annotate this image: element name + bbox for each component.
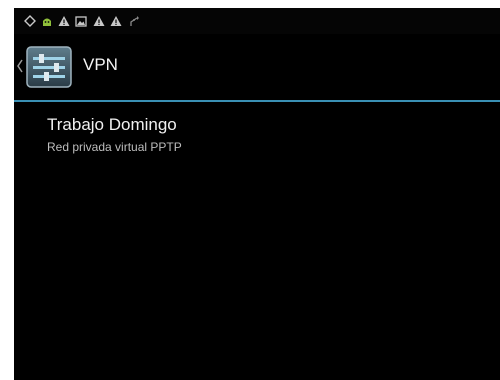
back-caret-icon[interactable]	[16, 58, 24, 74]
vpn-profile-name: Trabajo Domingo	[47, 115, 177, 134]
android-debug-icon	[43, 18, 51, 26]
vpn-settings-icon[interactable]	[25, 45, 73, 89]
status-bar	[14, 8, 500, 34]
signal-ring-icon	[24, 15, 36, 27]
vpn-profile-type: Red privada virtual PPTP	[47, 140, 182, 154]
vpn-profile-item[interactable]: Trabajo Domingo Red privada virtual PPTP	[14, 104, 500, 168]
image-icon	[75, 16, 87, 27]
action-bar-divider	[14, 100, 500, 102]
warning-icon	[93, 16, 105, 26]
action-bar-title: VPN	[83, 55, 118, 74]
action-bar[interactable]: VPN	[14, 36, 500, 100]
warning-icon	[58, 16, 70, 26]
device-screen: VPN Trabajo Domingo Red privada virtual …	[14, 8, 500, 380]
warning-icon	[110, 16, 122, 26]
usb-icon	[130, 16, 139, 26]
